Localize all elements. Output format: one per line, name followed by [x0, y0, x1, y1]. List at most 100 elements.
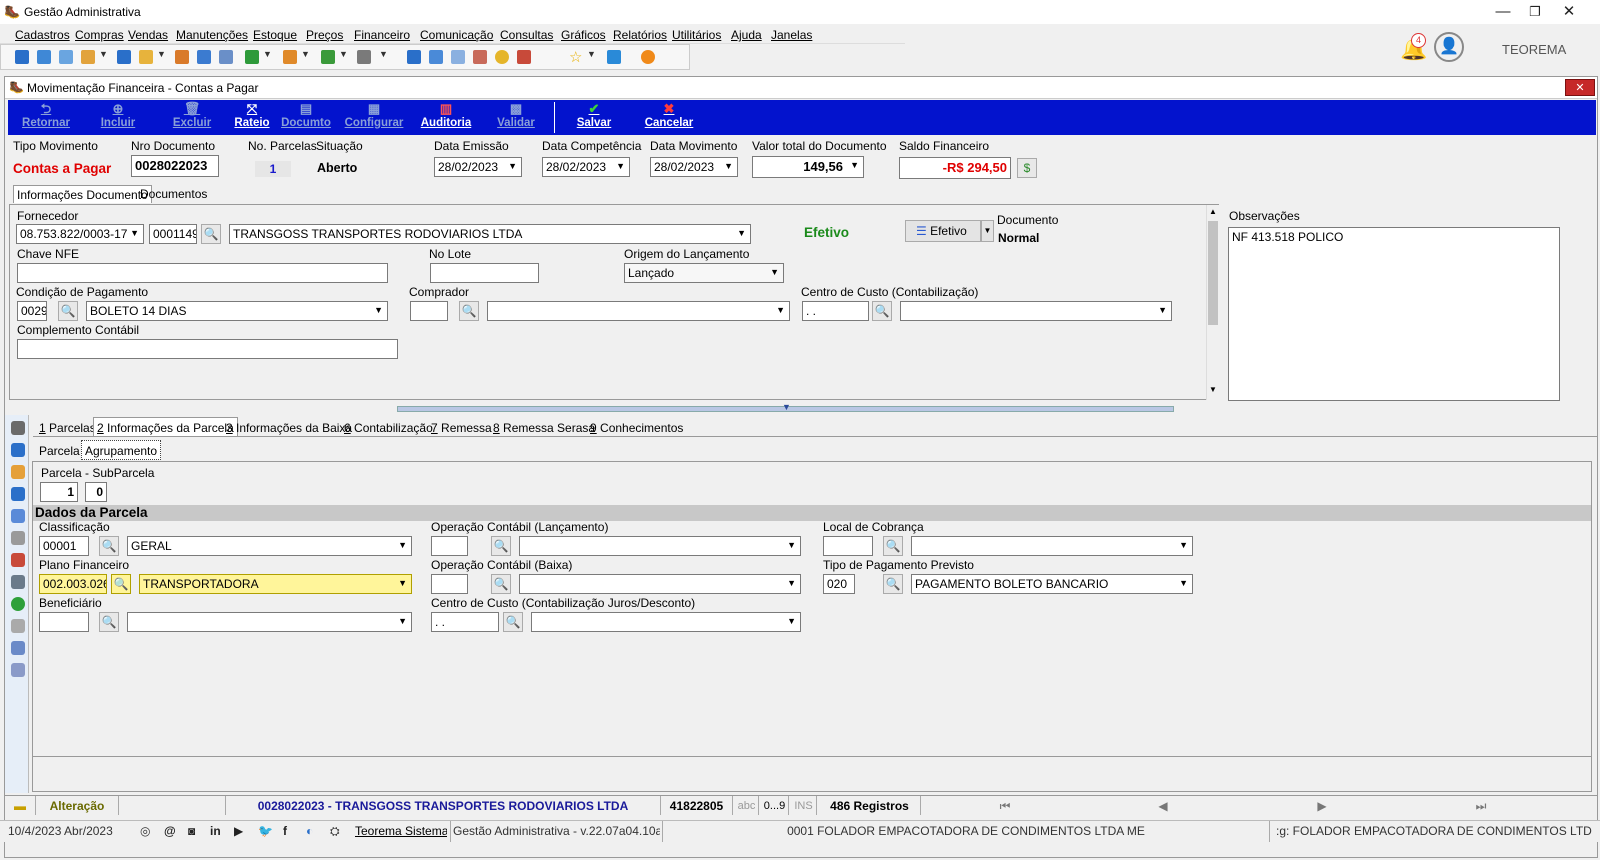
- tab-conhecimentos[interactable]: 9 Conhecimentos: [590, 421, 683, 435]
- comprador-code-input[interactable]: [410, 301, 448, 321]
- box-icon[interactable]: [139, 50, 153, 64]
- emissao-date-picker[interactable]: 28/02/2023: [434, 157, 522, 177]
- menu-manutencoes[interactable]: Manutenções: [176, 28, 248, 42]
- competencia-date-picker[interactable]: 28/02/2023: [542, 157, 630, 177]
- op-lanc-select[interactable]: [519, 536, 801, 556]
- subtab-parcela[interactable]: Parcela: [39, 444, 80, 458]
- box-icon[interactable]: [11, 619, 25, 633]
- search-icon[interactable]: 🔍: [99, 536, 119, 556]
- efetivo-button[interactable]: ☰ Efetivo: [905, 220, 981, 242]
- menu-janelas[interactable]: Janelas: [771, 28, 812, 42]
- search-icon[interactable]: 🔍: [503, 612, 523, 632]
- tab-documentos[interactable]: Documentos: [137, 185, 210, 203]
- restore-button[interactable]: ❐: [1520, 2, 1550, 22]
- classificacao-select[interactable]: GERAL: [127, 536, 412, 556]
- chevron-down-icon[interactable]: ▼: [379, 49, 388, 59]
- fornecedor-name-select[interactable]: TRANSGOSS TRANSPORTES RODOVIARIOS LTDA: [229, 224, 751, 244]
- menu-precos[interactable]: Preços: [306, 28, 343, 42]
- chevron-down-icon[interactable]: ▼: [339, 49, 348, 59]
- list-icon[interactable]: [11, 487, 25, 501]
- support-icon[interactable]: ◎: [140, 821, 156, 842]
- menu-cadastros[interactable]: Cadastros: [15, 28, 70, 42]
- bank-icon[interactable]: [197, 50, 211, 64]
- retornar-button[interactable]: ⮌ Retornar: [16, 101, 76, 129]
- tipo-pag-select[interactable]: PAGAMENTO BOLETO BANCARIO: [911, 574, 1193, 594]
- grid-icon[interactable]: [429, 50, 443, 64]
- subtab-agrupamento[interactable]: Agrupamento: [81, 440, 162, 460]
- email-icon[interactable]: @: [164, 821, 180, 842]
- menu-consultas[interactable]: Consultas: [500, 28, 553, 42]
- classificacao-code-input[interactable]: 00001: [39, 536, 89, 556]
- document-icon[interactable]: [117, 50, 131, 64]
- menu-vendas[interactable]: Vendas: [128, 28, 168, 42]
- prev-record-icon[interactable]: ◀: [1153, 796, 1173, 815]
- star-icon[interactable]: ☆: [569, 48, 582, 66]
- configurar-button[interactable]: ▦ Configurar: [338, 101, 410, 129]
- tab-remessa-serasa[interactable]: 8 Remessa Serasa: [493, 421, 595, 435]
- menu-comunicacao[interactable]: Comunicação: [420, 28, 493, 42]
- subparcela-number[interactable]: 0: [85, 482, 107, 502]
- excluir-button[interactable]: 🗑 Excluir: [162, 101, 222, 129]
- salvar-button[interactable]: ✔ Salvar: [564, 101, 624, 129]
- package-icon[interactable]: [283, 50, 297, 64]
- centro-select[interactable]: [900, 301, 1172, 321]
- tab-contabilizacao[interactable]: 6 Contabilização: [344, 421, 433, 435]
- trash-icon[interactable]: [11, 421, 25, 435]
- valor-input[interactable]: 149,56: [752, 156, 864, 178]
- chevron-down-icon[interactable]: ▼: [99, 49, 108, 59]
- validar-button[interactable]: ▩ Validar: [486, 101, 546, 129]
- power-icon[interactable]: [641, 50, 655, 64]
- origem-select[interactable]: Lançado: [624, 263, 784, 283]
- chevron-down-icon[interactable]: ▼: [301, 49, 310, 59]
- print-icon[interactable]: [357, 50, 371, 64]
- beneficiario-code-input[interactable]: [39, 612, 89, 632]
- avatar[interactable]: 👤: [1434, 32, 1464, 62]
- money-icon[interactable]: [321, 50, 335, 64]
- cc-juros-code-input[interactable]: . .: [431, 612, 499, 632]
- movimento-date-picker[interactable]: 28/02/2023: [650, 157, 738, 177]
- first-record-icon[interactable]: ⏮: [995, 796, 1015, 815]
- search-icon[interactable]: 🔍: [459, 301, 479, 321]
- tab-informacoes-parcela[interactable]: 2 Informações da Parcela: [93, 417, 238, 437]
- search-icon[interactable]: 🔍: [111, 574, 131, 594]
- cart-icon[interactable]: [245, 50, 259, 64]
- op-lanc-code-input[interactable]: [431, 536, 468, 556]
- beneficiario-select[interactable]: [127, 612, 412, 632]
- condicao-select[interactable]: BOLETO 14 DIAS: [86, 301, 388, 321]
- cancelar-button[interactable]: ✖ Cancelar: [636, 101, 702, 129]
- search-icon[interactable]: 🔍: [872, 301, 892, 321]
- menu-relatorios[interactable]: Relatórios: [613, 28, 667, 42]
- plano-code-input[interactable]: 002.003.026: [39, 574, 107, 594]
- condicao-code-input[interactable]: 0029: [17, 301, 47, 321]
- menu-graficos[interactable]: Gráficos: [561, 28, 606, 42]
- scroll-down-icon[interactable]: ▼: [1208, 385, 1218, 394]
- search-icon[interactable]: 🔍: [201, 224, 221, 244]
- report-icon[interactable]: [517, 50, 531, 64]
- minimize-button[interactable]: —: [1488, 2, 1518, 22]
- search-icon[interactable]: 🔍: [491, 574, 511, 594]
- scroll-thumb[interactable]: [1208, 221, 1218, 325]
- menu-utilitarios[interactable]: Utilitários: [672, 28, 721, 42]
- chave-input[interactable]: [17, 263, 388, 283]
- web-icon[interactable]: ◐: [306, 821, 322, 842]
- nro-input[interactable]: 0028022023: [131, 155, 219, 177]
- chevron-down-icon[interactable]: ▼: [157, 49, 166, 59]
- calendar-red-icon[interactable]: [473, 50, 487, 64]
- card-icon[interactable]: [59, 50, 73, 64]
- fornecedor-code-input[interactable]: 0001149: [149, 224, 197, 244]
- chevron-down-icon[interactable]: ▼: [782, 402, 791, 412]
- complemento-input[interactable]: [17, 339, 398, 359]
- instagram-icon[interactable]: ◙: [188, 821, 204, 842]
- grid-icon[interactable]: [11, 663, 25, 677]
- comprador-select[interactable]: [487, 301, 790, 321]
- search-icon[interactable]: 🔍: [58, 301, 78, 321]
- print-icon[interactable]: [11, 575, 25, 589]
- lote-input[interactable]: [430, 263, 539, 283]
- op-baixa-select[interactable]: [519, 574, 801, 594]
- form-close-button[interactable]: ✕: [1565, 79, 1595, 96]
- menu-compras[interactable]: Compras: [75, 28, 124, 42]
- op-baixa-code-input[interactable]: [431, 574, 468, 594]
- rateio-button[interactable]: ⤧ Rateio: [222, 101, 282, 129]
- tab-informacoes-baixa[interactable]: 3 Informações da Baixa: [226, 421, 352, 435]
- facebook-icon[interactable]: f: [283, 821, 297, 842]
